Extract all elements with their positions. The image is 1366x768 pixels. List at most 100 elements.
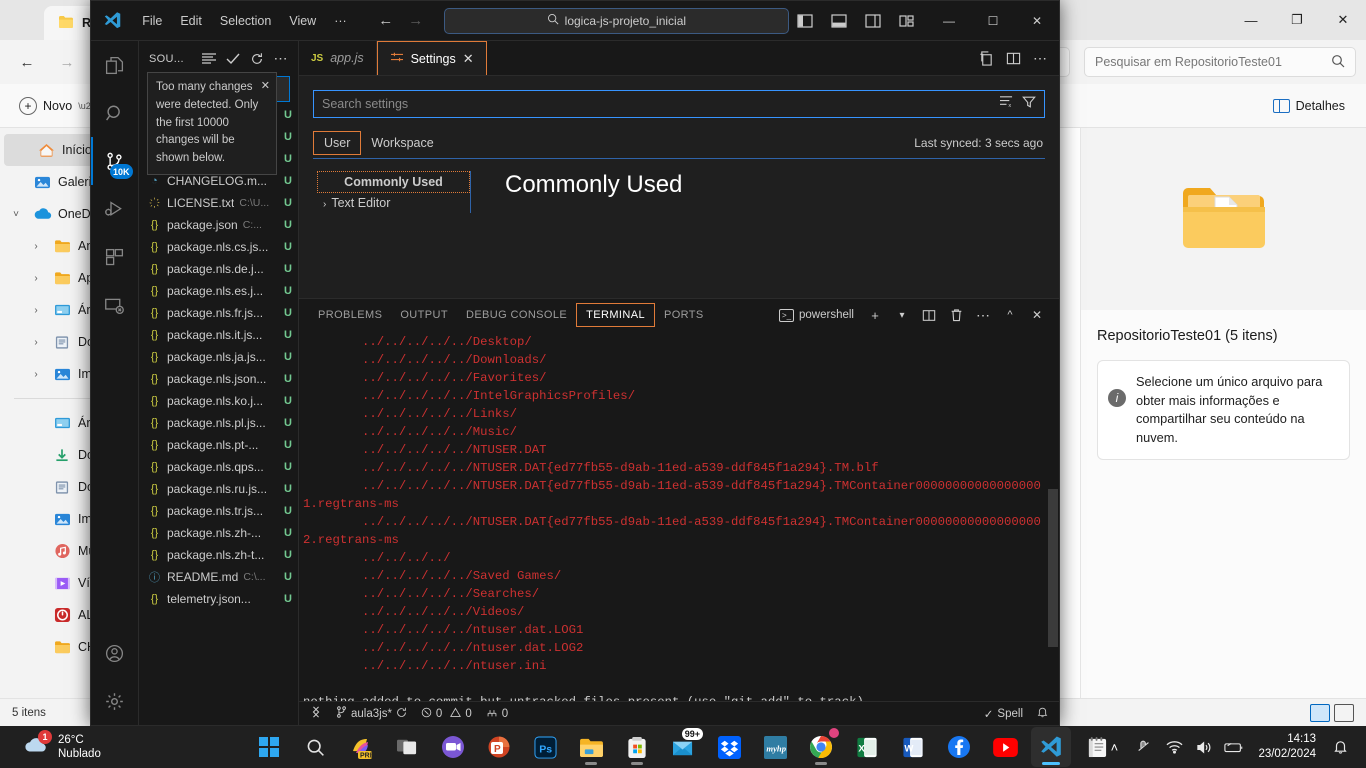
- new-terminal-icon[interactable]: +: [863, 303, 887, 327]
- view-as-list-icon[interactable]: [198, 48, 220, 70]
- changed-file-row[interactable]: {} package.nls.pt-... U: [139, 434, 298, 456]
- dropbox-button[interactable]: [709, 727, 749, 767]
- powerpoint-button[interactable]: P: [479, 727, 519, 767]
- chrome-button[interactable]: [801, 727, 841, 767]
- toggle-secondary-sidebar-icon[interactable]: [857, 6, 889, 36]
- changed-file-row[interactable]: {} package.nls.ko.j... U: [139, 390, 298, 412]
- menu-item-file[interactable]: File: [133, 10, 171, 32]
- activity-bar-item-explorer[interactable]: [91, 41, 139, 89]
- settings-toc-item-commonly-used[interactable]: Commonly Used: [317, 171, 470, 193]
- explorer-back-button[interactable]: ←: [10, 47, 44, 77]
- changed-file-row[interactable]: ⓘ README.md C:\... U: [139, 566, 298, 588]
- myhp-button[interactable]: myhp: [755, 727, 795, 767]
- changed-file-row[interactable]: {} package.nls.qps... U: [139, 456, 298, 478]
- chevron-icon[interactable]: ›: [26, 305, 46, 316]
- notification-bell-icon[interactable]: [1326, 730, 1354, 764]
- activity-bar-item-manage[interactable]: [91, 677, 139, 725]
- details-view-button[interactable]: [1310, 703, 1330, 722]
- changed-file-row[interactable]: {} package.nls.it.js... U: [139, 324, 298, 346]
- notifications-button[interactable]: [1030, 702, 1055, 726]
- changed-file-row[interactable]: {} package.nls.tr.js... U: [139, 500, 298, 522]
- activity-bar-item-remote-explorer[interactable]: [91, 281, 139, 329]
- activity-bar-item-search[interactable]: [91, 89, 139, 137]
- editor-tab-app-js[interactable]: JS app.js: [299, 41, 377, 75]
- changed-file-row[interactable]: ҉ LICENSE.txt C:\U... U: [139, 192, 298, 214]
- go-back-button[interactable]: ←: [372, 8, 400, 34]
- chevron-icon[interactable]: ›: [26, 241, 46, 252]
- explorer-maximize-button[interactable]: ❐: [1274, 0, 1320, 40]
- editor-tab-settings[interactable]: Settings ✕: [376, 41, 487, 75]
- file-explorer-button[interactable]: [571, 727, 611, 767]
- menu-item-edit[interactable]: Edit: [171, 10, 211, 32]
- changed-file-row[interactable]: {} package.nls.es.j... U: [139, 280, 298, 302]
- copilot-button[interactable]: PRE: [341, 727, 381, 767]
- panel-tab-terminal[interactable]: TERMINAL: [576, 303, 655, 327]
- activity-bar-item-extensions[interactable]: [91, 233, 139, 281]
- taskbar-weather-widget[interactable]: 1 26°C Nublado: [0, 729, 101, 762]
- refresh-icon[interactable]: [246, 48, 268, 70]
- spell-checker-indicator[interactable]: ✓ Spell: [977, 702, 1030, 726]
- changed-file-row[interactable]: {} package.nls.zh-... U: [139, 522, 298, 544]
- excel-button[interactable]: X: [847, 727, 887, 767]
- explorer-forward-button[interactable]: →: [50, 47, 84, 77]
- branch-indicator[interactable]: aula3js*: [329, 702, 414, 726]
- changed-file-row[interactable]: {} telemetry.json... U: [139, 588, 298, 610]
- close-icon[interactable]: ✕: [261, 78, 270, 95]
- start-button[interactable]: [249, 727, 289, 767]
- problems-indicator[interactable]: 0 0: [414, 702, 479, 726]
- vscode-button[interactable]: [1031, 727, 1071, 767]
- changed-files-list[interactable]: {}argv.jsonC:\Use...U{}extensions.json..…: [139, 102, 298, 725]
- facebook-button[interactable]: [939, 727, 979, 767]
- changed-file-row[interactable]: {} package.nls.cs.js... U: [139, 236, 298, 258]
- battery-icon[interactable]: [1220, 730, 1248, 764]
- remote-window-indicator[interactable]: [303, 702, 329, 726]
- chevron-icon[interactable]: ›: [26, 337, 46, 348]
- command-center-input[interactable]: logica-js-projeto_inicial: [443, 7, 789, 34]
- taskbar-clock[interactable]: 14:13 23/02/2024: [1250, 732, 1324, 762]
- notepad-button[interactable]: [1077, 727, 1117, 767]
- terminal-output[interactable]: ../../../../../Desktop/ ../../../../../D…: [299, 331, 1059, 701]
- menu-item-selection[interactable]: Selection: [211, 10, 280, 32]
- terminal-dropdown-icon[interactable]: ▾: [890, 303, 914, 327]
- close-icon[interactable]: ✕: [463, 51, 474, 67]
- word-button[interactable]: W: [893, 727, 933, 767]
- changed-file-row[interactable]: {} package.nls.json... U: [139, 368, 298, 390]
- activity-bar-item-run-and-debug[interactable]: [91, 185, 139, 233]
- vscode-close-button[interactable]: ✕: [1015, 1, 1059, 41]
- changed-file-row[interactable]: {} package.nls.pl.js... U: [139, 412, 298, 434]
- changed-file-row[interactable]: {} package.json C:... U: [139, 214, 298, 236]
- ports-indicator[interactable]: 0: [479, 702, 515, 726]
- panel-tab-output[interactable]: OUTPUT: [391, 304, 457, 326]
- more-actions-icon[interactable]: ⋯: [1027, 43, 1053, 73]
- filter-icon[interactable]: [1022, 95, 1036, 114]
- changed-file-row[interactable]: {} package.nls.fr.js... U: [139, 302, 298, 324]
- terminal-scrollbar[interactable]: [1048, 489, 1058, 647]
- panel-tab-problems[interactable]: PROBLEMS: [309, 304, 391, 326]
- settings-table-of-contents[interactable]: Commonly Used › Text Editor: [299, 171, 471, 213]
- customize-layout-icon[interactable]: [891, 6, 923, 36]
- changed-file-row[interactable]: {} package.nls.ru.js... U: [139, 478, 298, 500]
- no-microphone-icon[interactable]: [1130, 730, 1158, 764]
- wifi-icon[interactable]: [1160, 730, 1188, 764]
- microsoft-store-button[interactable]: [617, 727, 657, 767]
- vscode-maximize-button[interactable]: ☐: [971, 1, 1015, 41]
- explorer-minimize-button[interactable]: —: [1228, 0, 1274, 40]
- settings-search-box[interactable]: Search settings x: [313, 90, 1045, 118]
- changed-file-row[interactable]: {} package.nls.de.j... U: [139, 258, 298, 280]
- commit-check-icon[interactable]: [222, 48, 244, 70]
- explorer-close-button[interactable]: ✕: [1320, 0, 1366, 40]
- menu-item-view[interactable]: View: [280, 10, 325, 32]
- split-terminal-icon[interactable]: [917, 303, 941, 327]
- more-actions-icon[interactable]: ⋯: [270, 48, 292, 70]
- changed-file-row[interactable]: {} package.nls.ja.js... U: [139, 346, 298, 368]
- activity-bar-item-accounts[interactable]: [91, 629, 139, 677]
- search-button[interactable]: [295, 727, 335, 767]
- large-icons-view-button[interactable]: [1334, 703, 1354, 722]
- split-editor-icon[interactable]: [973, 43, 999, 73]
- split-editor-right-icon[interactable]: [1000, 43, 1026, 73]
- kill-terminal-icon[interactable]: [944, 303, 968, 327]
- teams-button[interactable]: [433, 727, 473, 767]
- panel-tab-ports[interactable]: PORTS: [655, 304, 713, 326]
- more-actions-icon[interactable]: ⋯: [971, 303, 995, 327]
- youtube-button[interactable]: [985, 727, 1025, 767]
